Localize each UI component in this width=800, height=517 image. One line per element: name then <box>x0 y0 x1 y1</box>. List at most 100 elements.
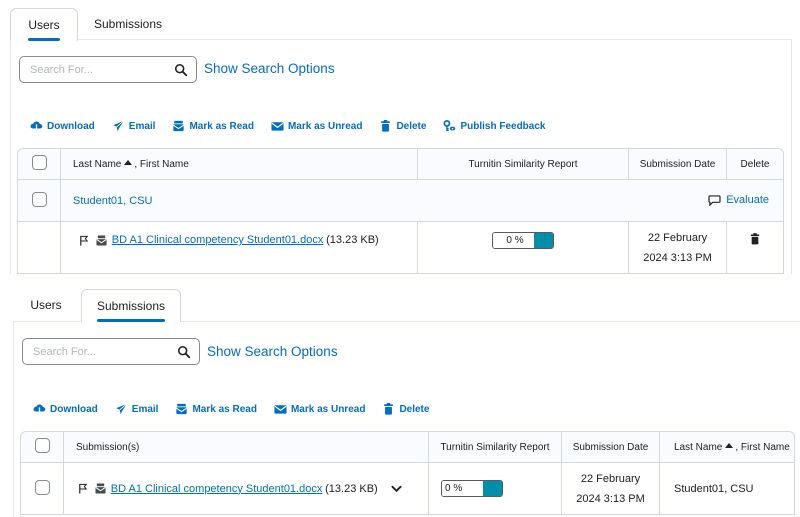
delete-cell <box>727 222 784 274</box>
submissions-toolbar: Download Email Mark as Read Mark as Unre… <box>33 403 446 415</box>
delete-icon <box>384 403 394 415</box>
similarity-score-button[interactable]: 0 % <box>441 480 503 497</box>
mark-as-unread-button[interactable]: Mark as Unread <box>274 403 365 415</box>
content-border <box>10 40 11 274</box>
table-header-row: Submission(s) Turnitin Similarity Report… <box>20 431 795 463</box>
tab-divider <box>78 39 792 40</box>
submissions-table: Submission(s) Turnitin Similarity Report… <box>20 431 795 515</box>
file-size: (13.23 KB) <box>325 482 378 495</box>
submission-file-link[interactable]: BD A1 Clinical competency Student01.docx <box>112 234 324 246</box>
tab-submissions[interactable]: Submissions <box>81 289 181 322</box>
download-icon <box>30 121 43 132</box>
search-box <box>19 56 197 83</box>
submission-date-column-header[interactable]: Submission Date <box>629 148 727 180</box>
mark-as-read-label: Mark as Read <box>189 120 254 132</box>
mark-as-unread-label: Mark as Unread <box>287 120 363 132</box>
tab-submissions-label: Submissions <box>96 299 166 322</box>
submissions-view-tabs: Users Submissions <box>0 289 800 322</box>
submission-date-line1: 22 February <box>647 232 708 244</box>
search-icon[interactable] <box>177 345 191 359</box>
email-icon <box>116 403 127 415</box>
tab-divider <box>181 321 800 322</box>
download-button[interactable]: Download <box>30 120 95 132</box>
active-tab-indicator <box>96 319 166 322</box>
table-row: Student01, CSU Evaluate <box>17 180 784 222</box>
search-box <box>22 338 200 365</box>
table-row: BD A1 Clinical competency Student01.docx… <box>20 463 795 515</box>
name-column-header[interactable]: Last Name , First Name <box>61 148 418 180</box>
tab-users[interactable]: Users <box>10 8 78 41</box>
users-toolbar: Download Email Mark as Read Mark as Unre… <box>30 120 562 132</box>
student-name-cell: Student01, CSU <box>660 463 795 515</box>
turnitin-column-header: Turnitin Similarity Report <box>429 431 562 463</box>
submission-date-column-header[interactable]: Submission Date <box>562 431 660 463</box>
submissions-column-header: Submission(s) <box>64 431 429 463</box>
select-all-checkbox[interactable] <box>34 438 50 453</box>
last-name-sort-link[interactable]: Last Name <box>674 442 722 453</box>
delete-label: Delete <box>399 403 430 415</box>
tab-users[interactable]: Users <box>14 289 78 321</box>
active-tab-indicator <box>28 38 60 41</box>
tab-submissions[interactable]: Submissions <box>88 8 168 40</box>
student-checkbox[interactable] <box>31 191 47 207</box>
delete-button[interactable]: Delete <box>382 403 429 415</box>
delete-column-header: Delete <box>727 148 784 180</box>
delete-submission-icon[interactable] <box>750 233 760 245</box>
delete-button[interactable]: Delete <box>379 120 426 132</box>
similarity-percent: 0 % <box>493 233 534 248</box>
chevron-down-icon[interactable] <box>390 485 402 493</box>
read-status-icon <box>96 235 107 246</box>
flag-icon[interactable] <box>78 483 88 494</box>
name-column-header[interactable]: Last Name , First Name <box>660 431 795 463</box>
turnitin-cell: 0 % <box>418 222 629 274</box>
sort-ascending-icon <box>124 160 133 166</box>
mark-read-icon <box>173 120 185 132</box>
mark-as-read-button[interactable]: Mark as Read <box>172 120 254 132</box>
content-border <box>791 40 792 274</box>
submission-file-link[interactable]: BD A1 Clinical competency Student01.docx <box>111 483 323 495</box>
email-icon <box>113 120 124 132</box>
publish-feedback-label: Publish Feedback <box>460 120 546 132</box>
submission-date-cell: 22 February 2024 3:13 PM <box>629 222 727 274</box>
show-search-options-link[interactable]: Show Search Options <box>207 344 338 359</box>
student-select-cell <box>17 180 61 222</box>
mark-read-icon <box>176 403 188 415</box>
publish-feedback-button[interactable]: Publish Feedback <box>443 120 545 132</box>
file-size: (13.23 KB) <box>326 234 379 246</box>
student-name-link[interactable]: Student01, CSU <box>73 195 153 207</box>
email-label: Email <box>131 403 159 415</box>
delete-icon <box>381 120 391 132</box>
flag-icon[interactable] <box>79 235 89 246</box>
empty-cell <box>17 222 61 274</box>
mark-as-unread-label: Mark as Unread <box>290 403 366 415</box>
search-input[interactable] <box>20 63 160 76</box>
search-input[interactable] <box>23 345 163 358</box>
email-button[interactable]: Email <box>112 120 155 132</box>
show-search-options-link[interactable]: Show Search Options <box>204 61 335 76</box>
evaluate-link[interactable]: Evaluate <box>708 194 769 206</box>
select-all-cell <box>20 431 64 463</box>
submission-date-line1: 22 February <box>580 472 641 485</box>
tab-users-label: Users <box>30 298 62 312</box>
last-name-sort-link[interactable]: Last Name <box>73 159 121 170</box>
first-name-sort-link[interactable]: , First Name <box>735 442 789 453</box>
submission-date-line2: 2024 3:13 PM <box>643 252 712 264</box>
tab-divider <box>13 321 81 322</box>
submission-checkbox[interactable] <box>34 479 50 495</box>
similarity-score-button[interactable]: 0 % <box>492 232 554 249</box>
download-label: Download <box>50 403 98 415</box>
delete-label: Delete <box>396 120 427 132</box>
content-border <box>13 322 14 517</box>
search-icon[interactable] <box>174 63 188 77</box>
mark-as-read-button[interactable]: Mark as Read <box>175 403 257 415</box>
select-all-checkbox[interactable] <box>31 155 47 170</box>
submission-select-cell <box>20 463 64 515</box>
first-name-sort-link[interactable]: , First Name <box>134 159 188 170</box>
comment-icon <box>708 194 721 206</box>
download-button[interactable]: Download <box>33 403 98 415</box>
submissions-view-panel: Users Submissions Show Search Options Do… <box>0 274 800 517</box>
submission-file-cell: BD A1 Clinical competency Student01.docx… <box>61 222 418 274</box>
email-button[interactable]: Email <box>115 403 159 415</box>
mark-unread-icon <box>274 405 287 414</box>
mark-as-unread-button[interactable]: Mark as Unread <box>271 120 362 132</box>
